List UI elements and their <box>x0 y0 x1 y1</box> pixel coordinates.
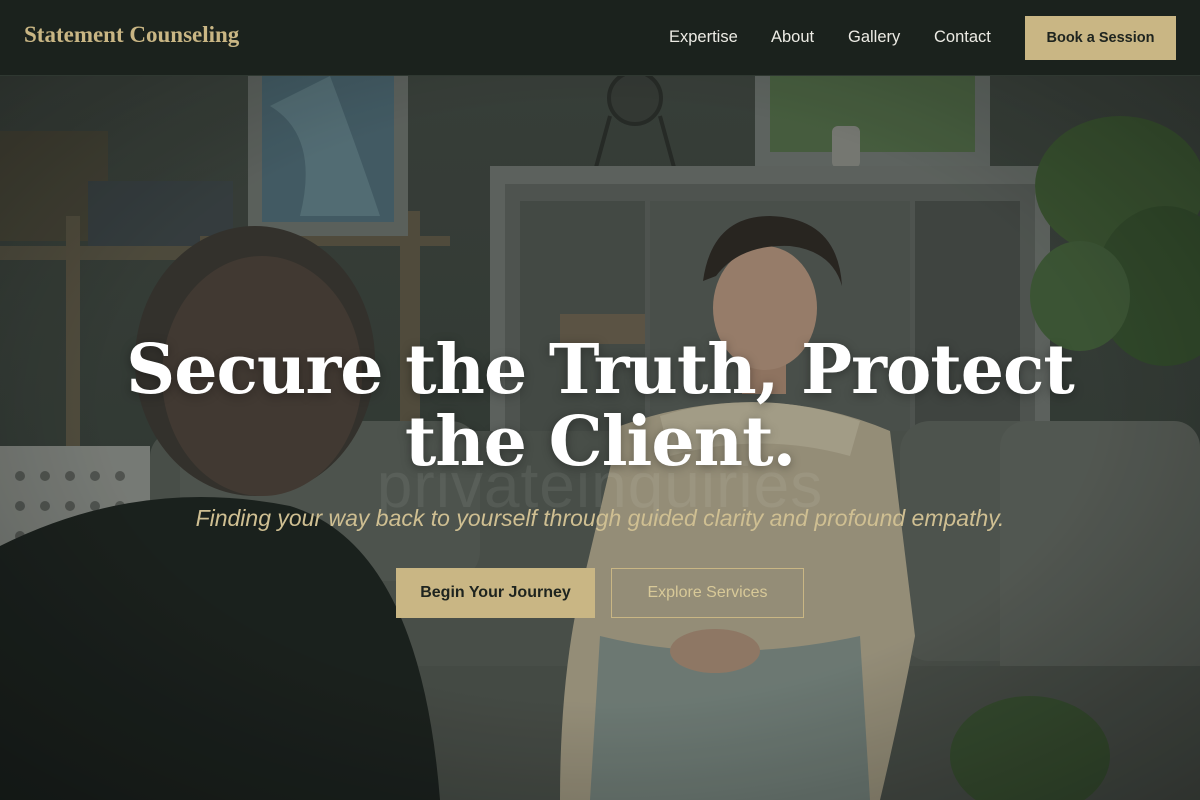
begin-journey-button[interactable]: Begin Your Journey <box>396 568 595 618</box>
nav-link-expertise[interactable]: Expertise <box>669 28 738 47</box>
landing-page: Statement Counseling Expertise About Gal… <box>0 0 1200 800</box>
hero-section: privateinquiries Secure the Truth, Prote… <box>0 76 1200 800</box>
hero-title-line-1: Secure the Truth, Protect <box>126 330 1075 410</box>
site-header: Statement Counseling Expertise About Gal… <box>0 0 1200 76</box>
nav-link-gallery[interactable]: Gallery <box>848 28 900 47</box>
hero-title-line-2: the Client. <box>404 402 796 482</box>
nav-link-contact[interactable]: Contact <box>934 28 991 47</box>
hero-subtitle: Finding your way back to yourself throug… <box>195 505 1005 531</box>
nav-link-about[interactable]: About <box>771 28 814 47</box>
brand-logo-text[interactable]: Statement Counseling <box>24 22 239 48</box>
hero-title: Secure the Truth, Protect the Client. <box>100 334 1100 478</box>
explore-services-button[interactable]: Explore Services <box>611 568 804 618</box>
book-session-button[interactable]: Book a Session <box>1025 16 1176 60</box>
